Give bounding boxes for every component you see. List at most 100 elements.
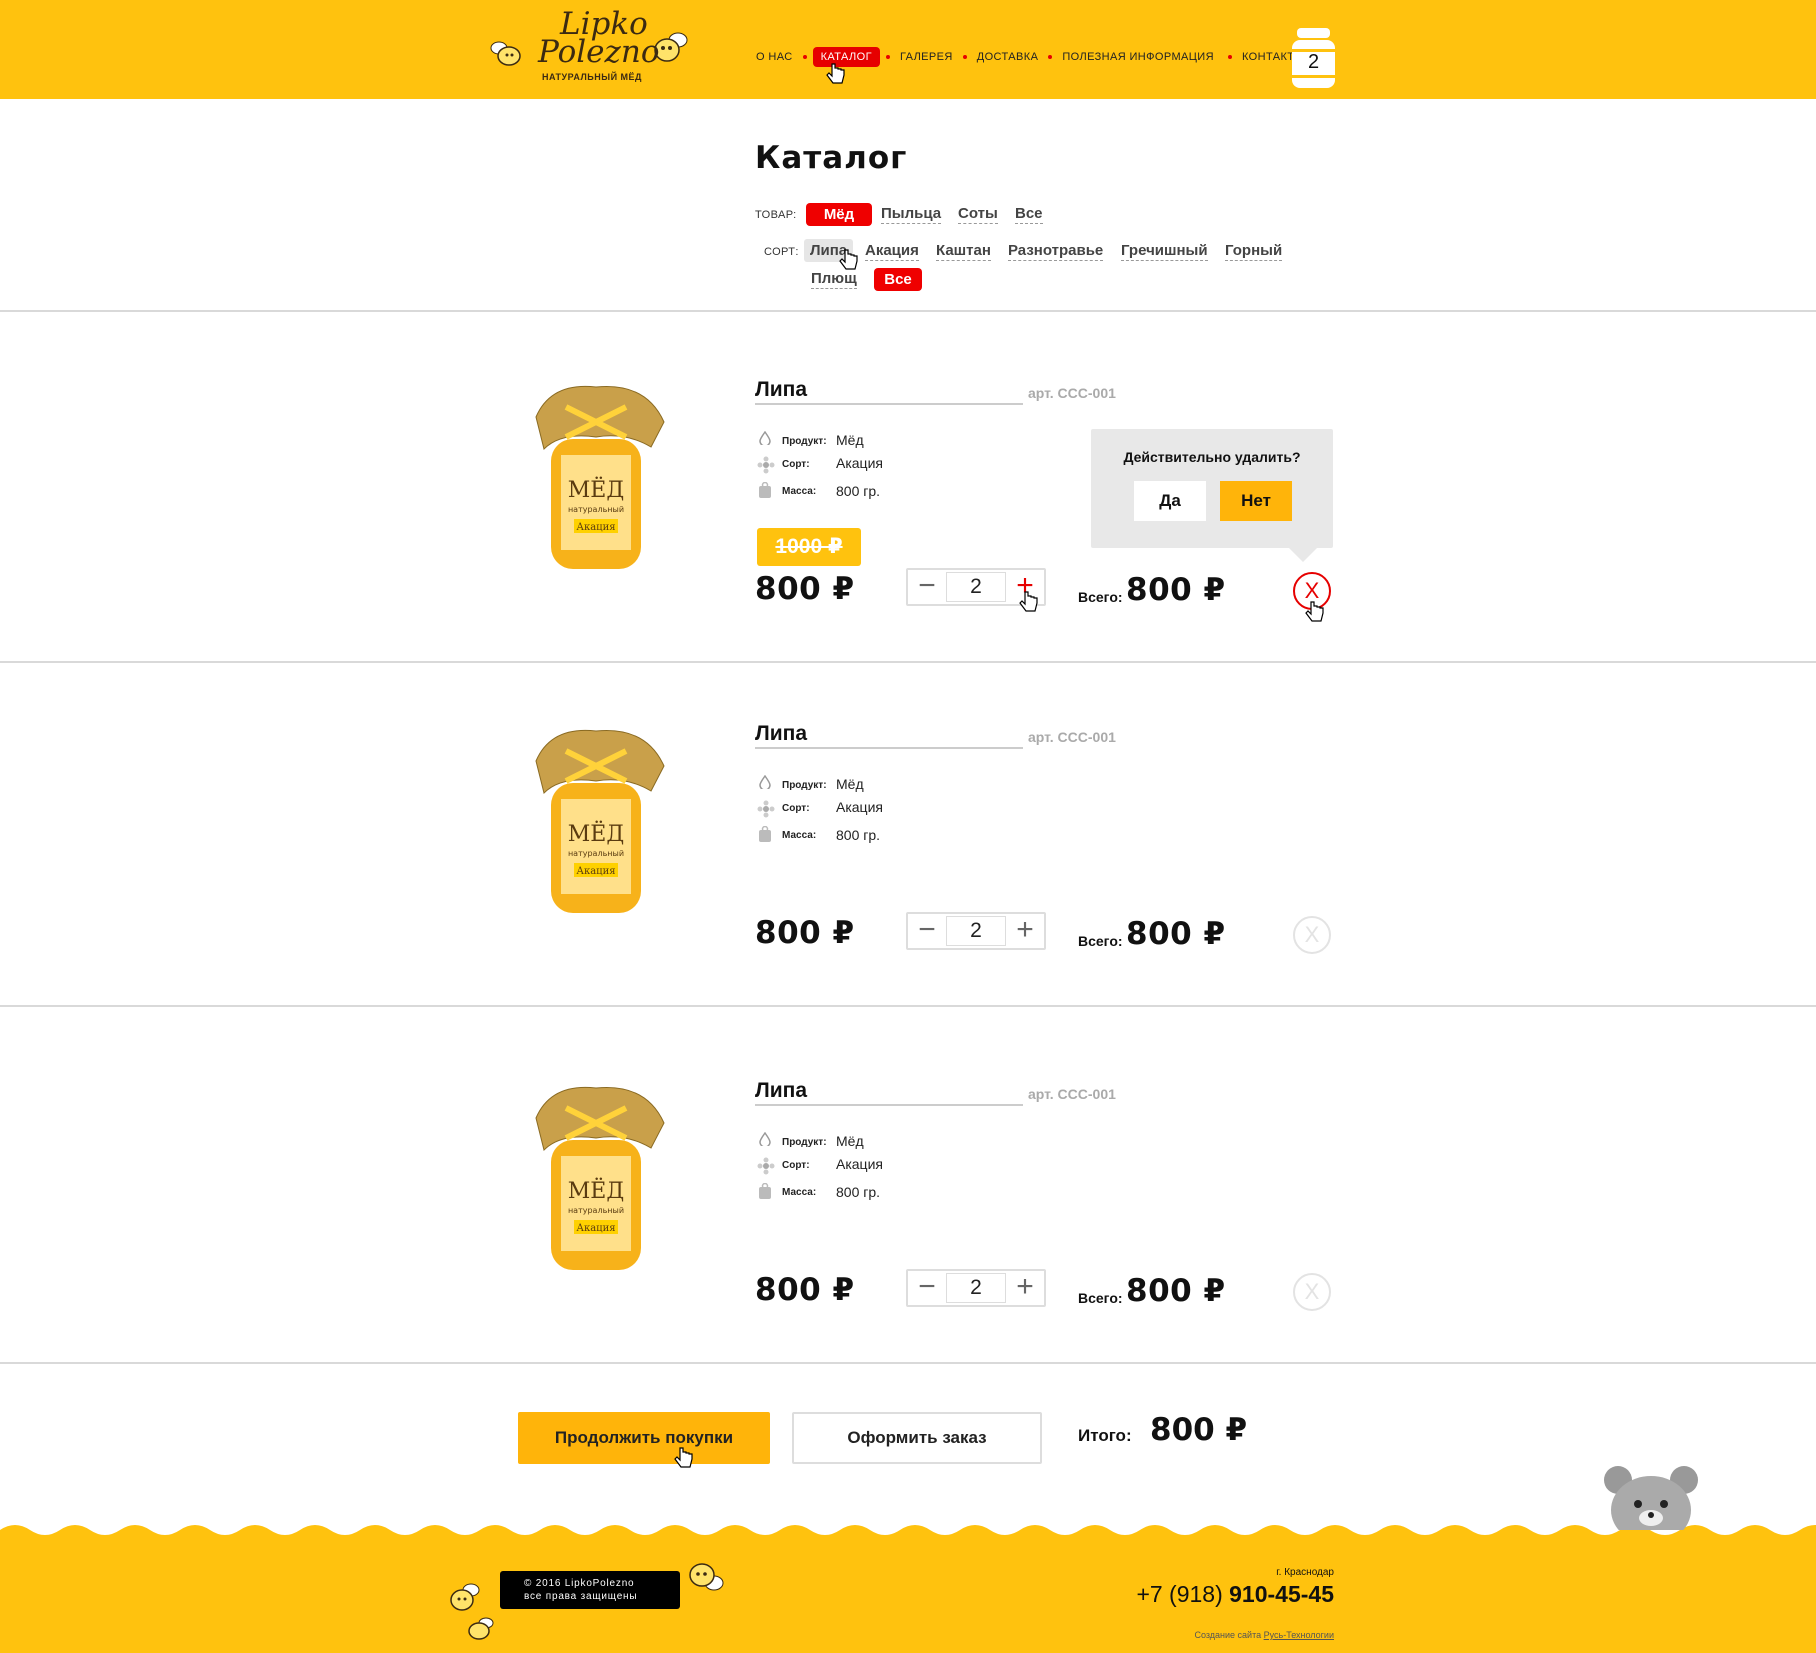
checkout-button[interactable]: Оформить заказ [792,1412,1042,1464]
attr-sort-value: Акация [836,799,883,815]
quantity-stepper: − 2 + [906,912,1046,950]
filter-sort-mountain[interactable]: Горный [1225,242,1283,261]
grand-total: 800 ₽ [1150,1412,1248,1448]
copyright-line-1: © 2016 LipkoPolezno [524,1578,635,1589]
grand-total-label: Итого: [1078,1426,1132,1445]
old-price: 1000 ₽ [757,528,861,566]
quantity-input[interactable]: 2 [946,916,1006,946]
remove-item-button[interactable]: X [1293,1273,1331,1311]
footer-city: г. Краснодар [1276,1567,1334,1578]
bee-icon [689,1563,724,1591]
filter-product-pollen[interactable]: Пыльца [881,205,942,224]
nav-separator [962,55,967,59]
jar-label-sub: натуральный [568,849,624,858]
bee-icon [450,1583,480,1611]
weight-icon [759,1183,771,1199]
flower-icon [757,800,775,818]
filter-sort-ivy[interactable]: Плющ [811,270,857,289]
nav-about[interactable]: О НАС [752,51,797,63]
nav-separator [802,55,807,59]
copyright-line-2: все права защищены [524,1591,638,1602]
decrease-button[interactable]: − [908,570,946,604]
attr-mass-value: 800 гр. [836,827,881,843]
site-logo[interactable]: Lipko Polezno [538,9,660,68]
drop-icon [759,1132,771,1146]
attr-mass-key: Масса: [782,486,817,497]
developer-credit: Создание сайта Русь-Технологии [1140,1630,1334,1640]
divider [0,661,1816,663]
nav-useful-info[interactable]: ПОЛЕЗНАЯ ИНФОРМАЦИЯ [1058,51,1218,63]
bear-mascot-icon [1604,1466,1698,1530]
filter-sort-all[interactable]: Все [874,268,922,291]
item-total: 800 ₽ [1126,916,1226,952]
item-total: 800 ₽ [1126,572,1226,608]
increase-button[interactable]: + [1006,914,1044,948]
jar-label-title: МЁД [568,1177,624,1204]
bee-icon [490,41,521,66]
weight-icon [759,482,771,498]
product-article: арт. ССС-001 [1028,1086,1116,1102]
product-price: 800 ₽ [755,915,855,951]
cart-count: 2 [1307,51,1320,73]
quantity-input[interactable]: 2 [946,1273,1006,1303]
product-name[interactable]: Липа [755,378,1023,405]
attr-product-value: Мёд [836,776,864,792]
divider [0,310,1816,312]
nav-gallery[interactable]: ГАЛЕРЕЯ [896,51,957,63]
jar-label-sub: натуральный [568,1206,624,1215]
attr-product-key: Продукт: [782,1137,827,1148]
nav-delivery[interactable]: ДОСТАВКА [973,51,1043,63]
attr-product-key: Продукт: [782,436,827,447]
filter-sort-label: СОРТ: [764,246,799,258]
filter-sort-acacia[interactable]: Акация [865,242,919,261]
product-article: арт. ССС-001 [1028,729,1116,745]
phone-code: +7 (918) [1136,1581,1223,1607]
delete-confirm-question: Действительно удалить? [1123,449,1301,465]
attr-sort-value: Акация [836,455,883,471]
bee-icon [468,1617,494,1640]
confirm-yes-button[interactable]: Да [1134,481,1206,521]
jar-label-sort: Акация [576,1223,615,1234]
filter-product-all[interactable]: Все [1015,205,1043,224]
product-name[interactable]: Липа [755,722,1023,749]
divider [0,1362,1816,1364]
filter-sort-chestnut[interactable]: Каштан [936,242,991,261]
honey-jar-image: МЁД натуральный Акация [535,1086,665,1270]
divider [0,1005,1816,1007]
nav-separator [885,55,890,59]
hand-cursor-icon [674,1447,693,1468]
footer-phone[interactable]: +7 (918) 910-45-45 [1076,1581,1334,1608]
filter-product-combs[interactable]: Соты [958,205,998,224]
filter-product-label: ТОВАР: [755,209,797,221]
attr-sort-key: Сорт: [782,803,810,814]
delete-confirm-popup: Действительно удалить? Да Нет [1091,429,1333,562]
product-name[interactable]: Липа [755,1079,1023,1106]
increase-button[interactable]: + [1006,1271,1044,1305]
nav-separator [1048,55,1053,59]
attr-product-value: Мёд [836,432,864,448]
attr-product-key: Продукт: [782,780,827,791]
copyright: © 2016 LipkoPolezno все права защищены [500,1571,680,1609]
logo-tagline: НАТУРАЛЬНЫЙ МЁД [542,72,642,82]
attr-sort-key: Сорт: [782,1160,810,1171]
confirm-no-button[interactable]: Нет [1220,481,1292,521]
weight-icon [759,826,771,842]
remove-item-button[interactable]: X [1293,916,1331,954]
decrease-button[interactable]: − [908,1271,946,1305]
decrease-button[interactable]: − [908,914,946,948]
credit-prefix: Создание сайта [1194,1630,1262,1640]
item-total: 800 ₽ [1126,1273,1226,1309]
attr-mass-value: 800 гр. [836,1184,881,1200]
filter-product-honey[interactable]: Мёд [806,203,872,226]
product-article: арт. ССС-001 [1028,385,1116,401]
quantity-input[interactable]: 2 [946,572,1006,602]
nav-separator [1227,55,1232,59]
credit-link[interactable]: Русь-Технологии [1264,1630,1334,1640]
filter-sort-mixed[interactable]: Разнотравье [1008,242,1104,261]
product-price: 800 ₽ [755,1272,855,1308]
filter-sort-buckwheat[interactable]: Гречишный [1121,242,1208,261]
jar-label-sub: натуральный [568,505,624,514]
jar-label-title: МЁД [568,820,624,847]
continue-shopping-button[interactable]: Продолжить покупки [518,1412,770,1464]
attr-mass-key: Масса: [782,1187,817,1198]
